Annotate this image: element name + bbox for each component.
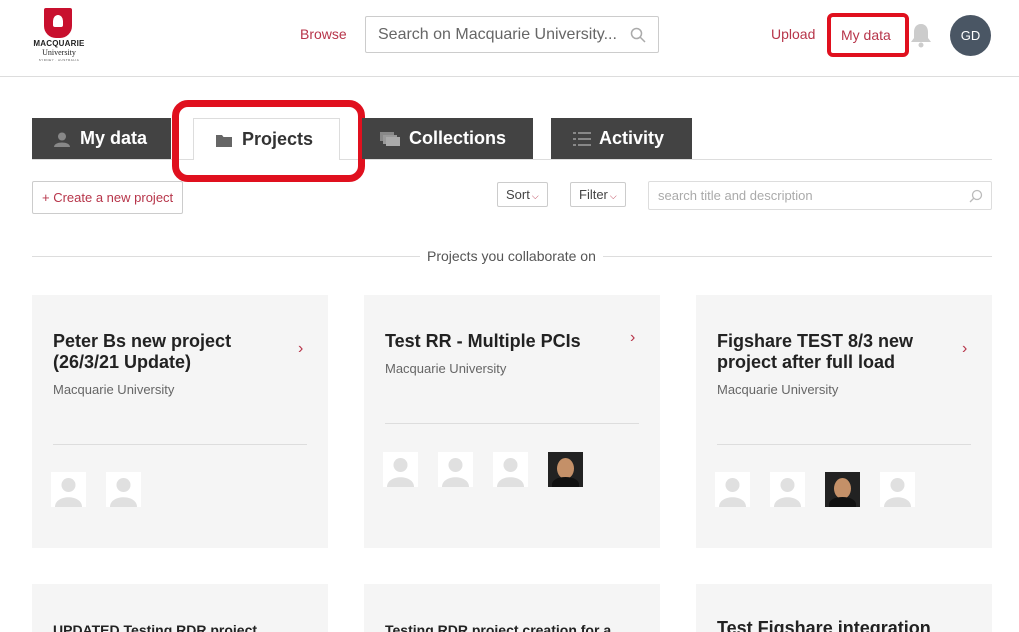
- project-title[interactable]: Testing RDR project creation for a: [385, 620, 645, 632]
- filter-dropdown[interactable]: Filter ⌵: [570, 182, 626, 207]
- project-card[interactable]: Figshare TEST 8/3 new project after full…: [696, 295, 992, 548]
- filter-label: Filter: [579, 187, 608, 202]
- member-placeholder-avatar[interactable]: [493, 452, 528, 487]
- project-title[interactable]: UPDATED Testing RDR project: [53, 620, 313, 632]
- card-divider: [717, 444, 971, 445]
- my-data-link[interactable]: My data: [841, 27, 891, 43]
- project-card[interactable]: Test RR - Multiple PCIs Macquarie Univer…: [364, 295, 660, 548]
- logo-line-1: MACQUARIE: [33, 39, 85, 48]
- tab-collections[interactable]: Collections: [362, 118, 533, 159]
- project-search-input[interactable]: [649, 182, 949, 209]
- browse-link[interactable]: Browse: [300, 26, 347, 42]
- project-title[interactable]: Peter Bs new project (26/3/21 Update): [53, 331, 293, 373]
- project-card[interactable]: Test Figshare integration: [696, 584, 992, 632]
- member-placeholder-avatar[interactable]: [880, 472, 915, 507]
- member-placeholder-avatar[interactable]: [383, 452, 418, 487]
- tab-my-data[interactable]: My data: [32, 118, 171, 159]
- tab-label: Collections: [409, 128, 507, 148]
- sort-dropdown[interactable]: Sort ⌵: [497, 182, 548, 207]
- section-label: Projects you collaborate on: [420, 248, 603, 264]
- project-org: Macquarie University: [53, 382, 175, 397]
- project-title[interactable]: Test Figshare integration: [717, 618, 977, 632]
- project-org: Macquarie University: [717, 382, 839, 397]
- projects-tab-highlight: [172, 100, 365, 182]
- tab-label: My data: [80, 128, 148, 148]
- project-org: Macquarie University: [385, 361, 507, 376]
- search-icon[interactable]: [630, 27, 646, 43]
- project-search: [648, 181, 992, 210]
- project-title[interactable]: Test RR - Multiple PCIs: [385, 331, 625, 352]
- macquarie-logo[interactable]: MACQUARIE University SYDNEY · AUSTRALIA: [30, 8, 88, 64]
- member-photo-avatar[interactable]: [548, 452, 583, 487]
- search-icon[interactable]: [969, 189, 983, 203]
- chevron-right-icon[interactable]: ›: [962, 340, 967, 358]
- my-data-link-highlight[interactable]: My data: [827, 13, 909, 57]
- card-divider: [385, 423, 639, 424]
- logo-line-3: SYDNEY · AUSTRALIA: [38, 58, 80, 62]
- member-photo-avatar[interactable]: [825, 472, 860, 507]
- tab-activity[interactable]: Activity: [551, 118, 692, 159]
- member-placeholder-avatar[interactable]: [51, 472, 86, 507]
- project-title[interactable]: Figshare TEST 8/3 new project after full…: [717, 331, 957, 373]
- create-project-button[interactable]: + Create a new project: [32, 181, 183, 214]
- user-icon: [54, 132, 70, 147]
- list-icon: [573, 132, 591, 146]
- global-search: [365, 16, 659, 53]
- member-placeholder-avatar[interactable]: [438, 452, 473, 487]
- chevron-down-icon: ⌵: [531, 191, 539, 201]
- tab-label: Activity: [599, 128, 665, 148]
- project-card[interactable]: UPDATED Testing RDR project: [32, 584, 328, 632]
- member-placeholder-avatar[interactable]: [106, 472, 141, 507]
- collections-icon: [380, 132, 400, 146]
- chevron-right-icon[interactable]: ›: [298, 340, 303, 358]
- upload-link[interactable]: Upload: [771, 26, 815, 42]
- bell-icon[interactable]: [909, 22, 933, 48]
- shield-icon: [44, 8, 72, 38]
- top-header: MACQUARIE University SYDNEY · AUSTRALIA …: [0, 0, 1019, 77]
- global-search-input[interactable]: [366, 17, 616, 52]
- card-divider: [53, 444, 307, 445]
- member-placeholder-avatar[interactable]: [715, 472, 750, 507]
- chevron-right-icon[interactable]: ›: [630, 329, 635, 347]
- project-card[interactable]: Peter Bs new project (26/3/21 Update) Ma…: [32, 295, 328, 548]
- project-card[interactable]: Testing RDR project creation for a: [364, 584, 660, 632]
- user-avatar[interactable]: GD: [950, 15, 991, 56]
- logo-line-2: University: [42, 48, 76, 57]
- member-placeholder-avatar[interactable]: [770, 472, 805, 507]
- sort-label: Sort: [506, 187, 530, 202]
- chevron-down-icon: ⌵: [609, 191, 617, 201]
